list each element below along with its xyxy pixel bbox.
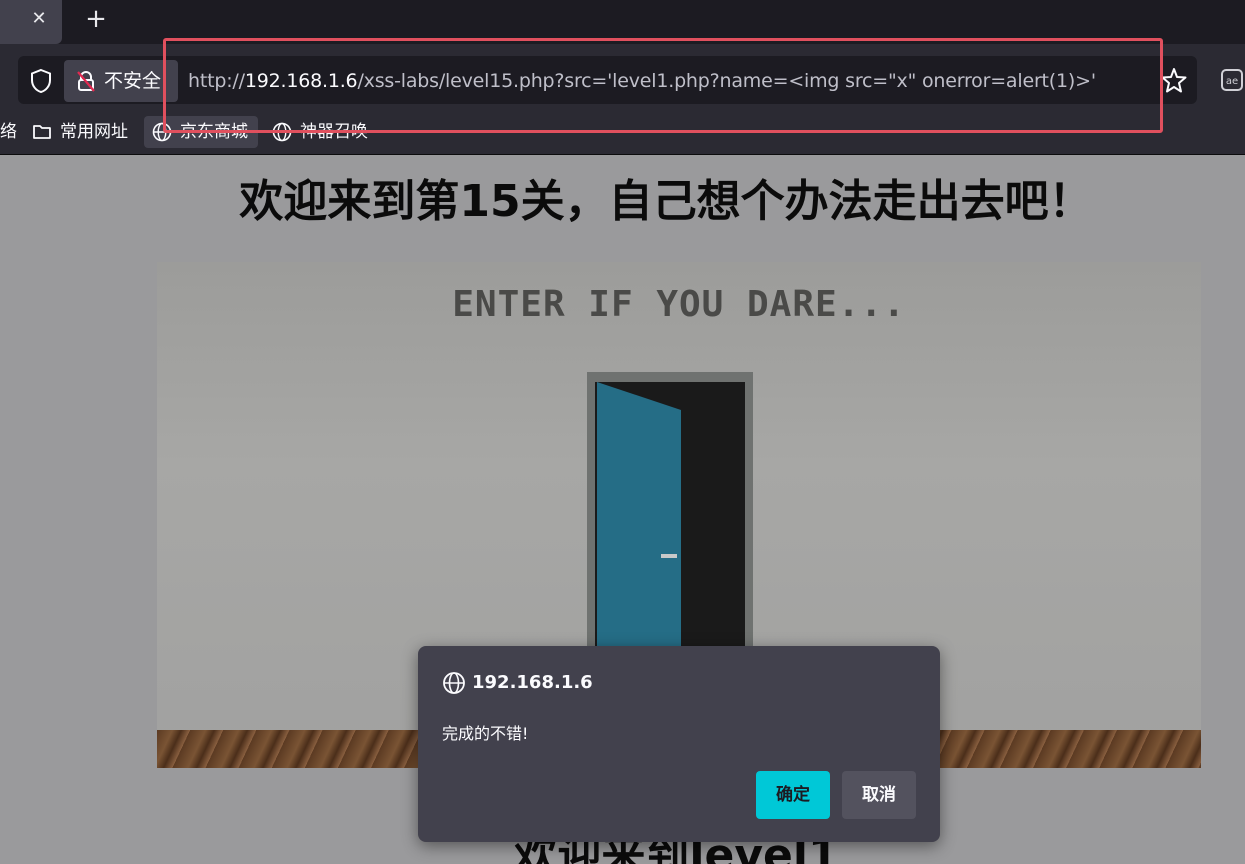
hero-sign-text: ENTER IF YOU DARE...: [452, 284, 906, 325]
globe-icon: [443, 672, 465, 694]
active-tab[interactable]: ✕: [0, 0, 62, 44]
bookmark-label: 络: [0, 122, 17, 142]
door-panel: [597, 382, 681, 662]
dialog-message: 完成的不错!: [442, 724, 529, 743]
extension-icon[interactable]: ae: [1220, 68, 1244, 92]
bookmark-item[interactable]: 络: [0, 116, 17, 148]
svg-text:ae: ae: [1226, 76, 1238, 87]
security-label: 不安全: [104, 70, 162, 92]
page-title: 欢迎来到第15关，自己想个办法走出去吧！: [239, 176, 1093, 227]
cancel-button[interactable]: 取消: [842, 771, 916, 819]
insecure-lock-icon: [77, 71, 95, 92]
alert-dialog: 192.168.1.6 完成的不错! 确定 取消: [418, 646, 940, 842]
bookmark-label: 常用网址: [60, 122, 128, 142]
bookmark-star-icon[interactable]: [1160, 66, 1188, 94]
annotation-highlight-box: [163, 38, 1163, 133]
door-knob: [661, 554, 677, 558]
ok-button[interactable]: 确定: [756, 771, 830, 819]
folder-icon: [33, 125, 51, 139]
connection-not-secure-button[interactable]: 不安全: [64, 60, 178, 102]
tab-close-icon[interactable]: ✕: [28, 8, 50, 30]
shield-icon[interactable]: [28, 68, 54, 94]
dialog-origin: 192.168.1.6: [472, 672, 593, 693]
new-tab-button[interactable]: +: [82, 6, 110, 34]
